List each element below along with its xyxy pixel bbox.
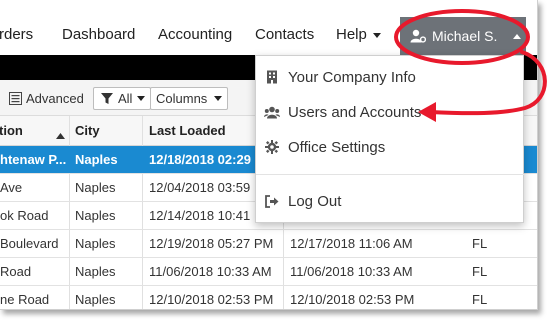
cell-city: Naples <box>75 264 116 279</box>
menu-item-label: Users and Accounts <box>288 103 422 121</box>
user-cog-icon <box>410 28 426 44</box>
user-menu-button[interactable]: Michael S. <box>400 17 526 55</box>
header-city[interactable]: City <box>75 123 100 138</box>
cell-last-loaded: 12/10/2018 02:53 PM <box>149 292 274 307</box>
chevron-down-icon <box>372 32 381 38</box>
cell-location: ok Road <box>0 208 49 223</box>
user-name: Michael S. <box>432 28 498 44</box>
cell-last-loaded: 12/04/2018 03:59 <box>149 180 251 195</box>
cell-state: FL <box>472 292 488 307</box>
columns-label: Columns <box>156 91 208 106</box>
nav-help-label: Help <box>336 26 367 43</box>
sort-asc-icon <box>56 127 65 142</box>
table-row[interactable]: ne Road Naples 12/10/2018 02:53 PM 12/10… <box>0 286 537 309</box>
top-navigation: rders Dashboard Accounting Contacts Help… <box>0 0 537 55</box>
chevron-down-icon <box>137 96 146 101</box>
filter-icon <box>99 91 115 107</box>
user-dropdown-menu: Your Company Info Users and Accounts Off… <box>255 55 525 223</box>
cell-city: Naples <box>75 180 116 195</box>
cell-location: Road <box>0 264 32 279</box>
cell-location: Ave <box>0 180 23 195</box>
cell-state: FL <box>472 236 488 251</box>
chevron-down-icon <box>214 96 223 101</box>
menu-item-log-out[interactable]: Log Out <box>256 186 525 216</box>
cell-date: 11/06/2018 10:33 AM <box>290 264 413 279</box>
cell-last-loaded: 11/06/2018 10:33 AM <box>149 264 272 279</box>
advanced-label: Advanced <box>26 91 84 106</box>
advanced-toggle[interactable]: Advanced <box>2 87 89 110</box>
columns-dropdown[interactable]: Columns <box>150 87 229 110</box>
menu-divider <box>256 174 525 175</box>
cell-location: ne Road <box>0 292 50 307</box>
table-row[interactable]: Road Naples 11/06/2018 10:33 AM 11/06/20… <box>0 258 537 286</box>
cell-state: FL <box>472 264 488 279</box>
cell-last-loaded: 12/18/2018 02:29 <box>149 152 251 167</box>
header-last-loaded[interactable]: Last Loaded <box>149 123 226 138</box>
nav-dashboard[interactable]: Dashboard <box>62 26 135 43</box>
cell-location: Boulevard <box>0 236 59 251</box>
menu-item-users-accounts[interactable]: Users and Accounts <box>256 97 525 127</box>
nav-contacts[interactable]: Contacts <box>255 26 314 43</box>
building-icon <box>264 69 280 85</box>
filter-dropdown[interactable]: All <box>93 87 152 110</box>
app-window: rders Dashboard Accounting Contacts Help… <box>0 0 538 310</box>
menu-item-label: Your Company Info <box>288 68 416 86</box>
filter-label: All <box>118 91 133 106</box>
nav-accounting[interactable]: Accounting <box>158 26 232 43</box>
header-location[interactable]: tion <box>0 123 23 138</box>
cell-date: 12/17/2018 11:06 AM <box>290 236 413 251</box>
users-icon <box>264 104 280 120</box>
list-icon <box>7 91 23 107</box>
cell-location: htenaw P... <box>0 152 67 167</box>
cell-city: Naples <box>75 236 116 251</box>
table-row[interactable]: Boulevard Naples 12/19/2018 05:27 PM 12/… <box>0 230 537 258</box>
nav-orders[interactable]: rders <box>0 26 33 43</box>
cell-date: 12/10/2018 02:53 PM <box>290 292 415 307</box>
menu-item-company-info[interactable]: Your Company Info <box>256 62 525 92</box>
cell-city: Naples <box>75 292 116 307</box>
menu-item-label: Office Settings <box>288 138 386 156</box>
cell-last-loaded: 12/19/2018 05:27 PM <box>149 236 274 251</box>
sign-out-icon <box>264 193 280 209</box>
nav-help[interactable]: Help <box>336 26 381 43</box>
menu-item-office-settings[interactable]: Office Settings <box>256 132 525 162</box>
gear-icon <box>264 139 280 155</box>
chevron-up-icon <box>513 33 522 39</box>
cell-city: Naples <box>75 208 116 223</box>
cell-city: Naples <box>75 152 118 167</box>
cell-last-loaded: 12/14/2018 10:41 <box>149 208 251 223</box>
menu-item-label: Log Out <box>288 192 342 210</box>
